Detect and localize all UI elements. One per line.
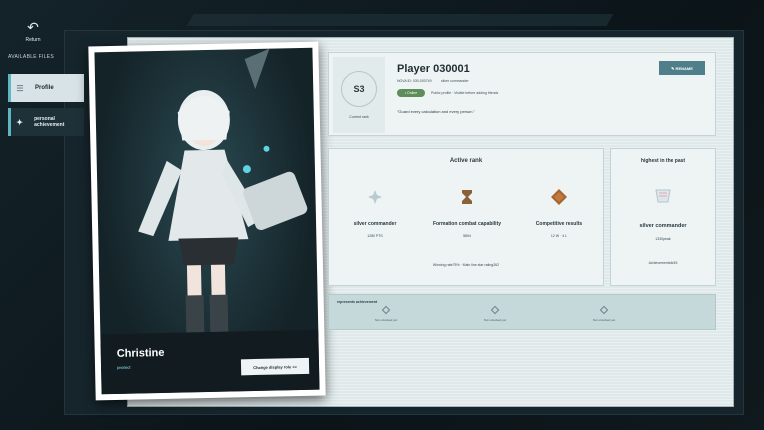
highest-rank: silver commander [639, 223, 687, 229]
nav-item-profile[interactable]: ☰ Profile [8, 74, 84, 102]
stat-label: silver commander [353, 221, 397, 227]
locked-diamond-icon [599, 305, 609, 315]
player-title: silver commander [441, 79, 469, 83]
list-icon: ☰ [16, 83, 24, 93]
nav-item-label: Profile [35, 85, 54, 91]
return-label: Return [25, 37, 41, 43]
profile-visibility: Public profile · Visible before adding f… [431, 91, 499, 95]
hourglass-icon [421, 185, 513, 209]
achievement-bar: represents achievement Not unlocked yet … [328, 294, 716, 330]
locked-diamond-icon [490, 305, 500, 315]
achievements-count: Achievements6/45 [648, 261, 678, 265]
stat-label: Competitive results [535, 221, 583, 227]
stat-value: 5894 [463, 234, 471, 238]
highest-points: 1330peak [655, 237, 671, 241]
rename-button[interactable]: ✎ RENAME [659, 61, 705, 75]
player-motto: "Guard every calculation and every perso… [397, 109, 475, 114]
active-rank-title: Active rank [449, 158, 483, 164]
silver-emblem-icon [611, 187, 715, 205]
stat-combat: Formation combat capability 5894 [421, 185, 513, 238]
achievement-slot-label: Not unlocked yet [592, 318, 616, 322]
locked-diamond-icon [381, 305, 391, 315]
stat-competitive: Competitive results 12 W · 4 L [513, 185, 605, 238]
star-icon: ✦ [16, 117, 23, 127]
return-icon: ↶ [27, 19, 39, 35]
change-display-role-button[interactable]: Change display role >> [240, 357, 310, 376]
character-card[interactable]: Christine protect Change display role >> [88, 41, 326, 401]
player-name: Player 030001 [397, 63, 470, 75]
rank-badge: S3 [341, 71, 377, 107]
highest-rank-panel: highest in the past silver commander 133… [610, 148, 716, 286]
return-button[interactable]: ↶ Return [18, 20, 48, 43]
files-label: AVAILABLE FILES [8, 54, 55, 60]
diamond-star-icon [329, 185, 421, 209]
achievement-slot[interactable]: Not unlocked yet [465, 305, 525, 322]
stat-value: 12 W · 4 L [550, 234, 568, 238]
player-id: NOVA ID: 030-000749 [397, 79, 432, 83]
character-name: Christine [116, 346, 165, 360]
stat-rank: silver commander 1280 PTS [329, 185, 421, 238]
stat-label: Formation combat capability [432, 221, 502, 227]
winning-rate: Winning rate75% · Main line star rating2… [432, 263, 500, 267]
current-rank-panel: S3 Current rank [333, 57, 385, 133]
diamond-icon [513, 185, 605, 209]
nav-item-achievement[interactable]: ✦ personal achievement [8, 108, 84, 136]
achievement-slot[interactable]: Not unlocked yet [356, 305, 416, 322]
active-rank-panel: Active rank silver commander 1280 PTS Fo… [328, 148, 604, 286]
highest-title: highest in the past [640, 158, 686, 164]
achievement-slot-label: Not unlocked yet [483, 318, 507, 322]
character-subtitle: protect [116, 364, 131, 370]
online-status-badge: • Online [397, 89, 425, 97]
nav-item-label: personal achievement [34, 116, 65, 128]
profile-card: S3 Current rank Player 030001 NOVA ID: 0… [328, 52, 716, 136]
achievement-slot[interactable]: Not unlocked yet [574, 305, 634, 322]
background-stripe [186, 14, 614, 26]
stat-value: 1280 PTS [367, 234, 383, 238]
character-frame: Christine protect Change display role >> [94, 47, 320, 395]
achievement-slot-label: Not unlocked yet [374, 318, 398, 322]
rank-caption: Current rank [349, 115, 369, 119]
achievement-title: represents achievement [337, 300, 378, 304]
